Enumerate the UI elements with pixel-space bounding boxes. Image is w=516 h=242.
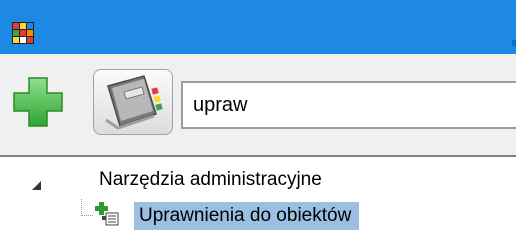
titlebar-accent [512, 40, 516, 46]
tree-node-label[interactable]: Narzędzia administracyjne [99, 169, 322, 191]
tree-view[interactable]: Narzędzia administracyjne Uprawnienia do… [0, 157, 516, 242]
green-plus-icon [13, 77, 63, 127]
tree-item-selected[interactable]: Uprawnienia do obiektów [134, 202, 360, 230]
title-bar [0, 0, 516, 54]
toolbar [0, 54, 516, 155]
tree-connector [81, 215, 93, 216]
permissions-icon [95, 202, 119, 226]
objects-button[interactable] [93, 69, 173, 135]
address-book-icon [105, 75, 163, 130]
tree-item-label: Uprawnienia do obiektów [139, 205, 352, 226]
search-input[interactable] [181, 81, 516, 129]
tree-expander-icon[interactable] [30, 179, 42, 191]
add-button[interactable] [10, 74, 66, 130]
rubik-cube-icon[interactable] [12, 22, 34, 44]
tree-connector [81, 199, 82, 216]
